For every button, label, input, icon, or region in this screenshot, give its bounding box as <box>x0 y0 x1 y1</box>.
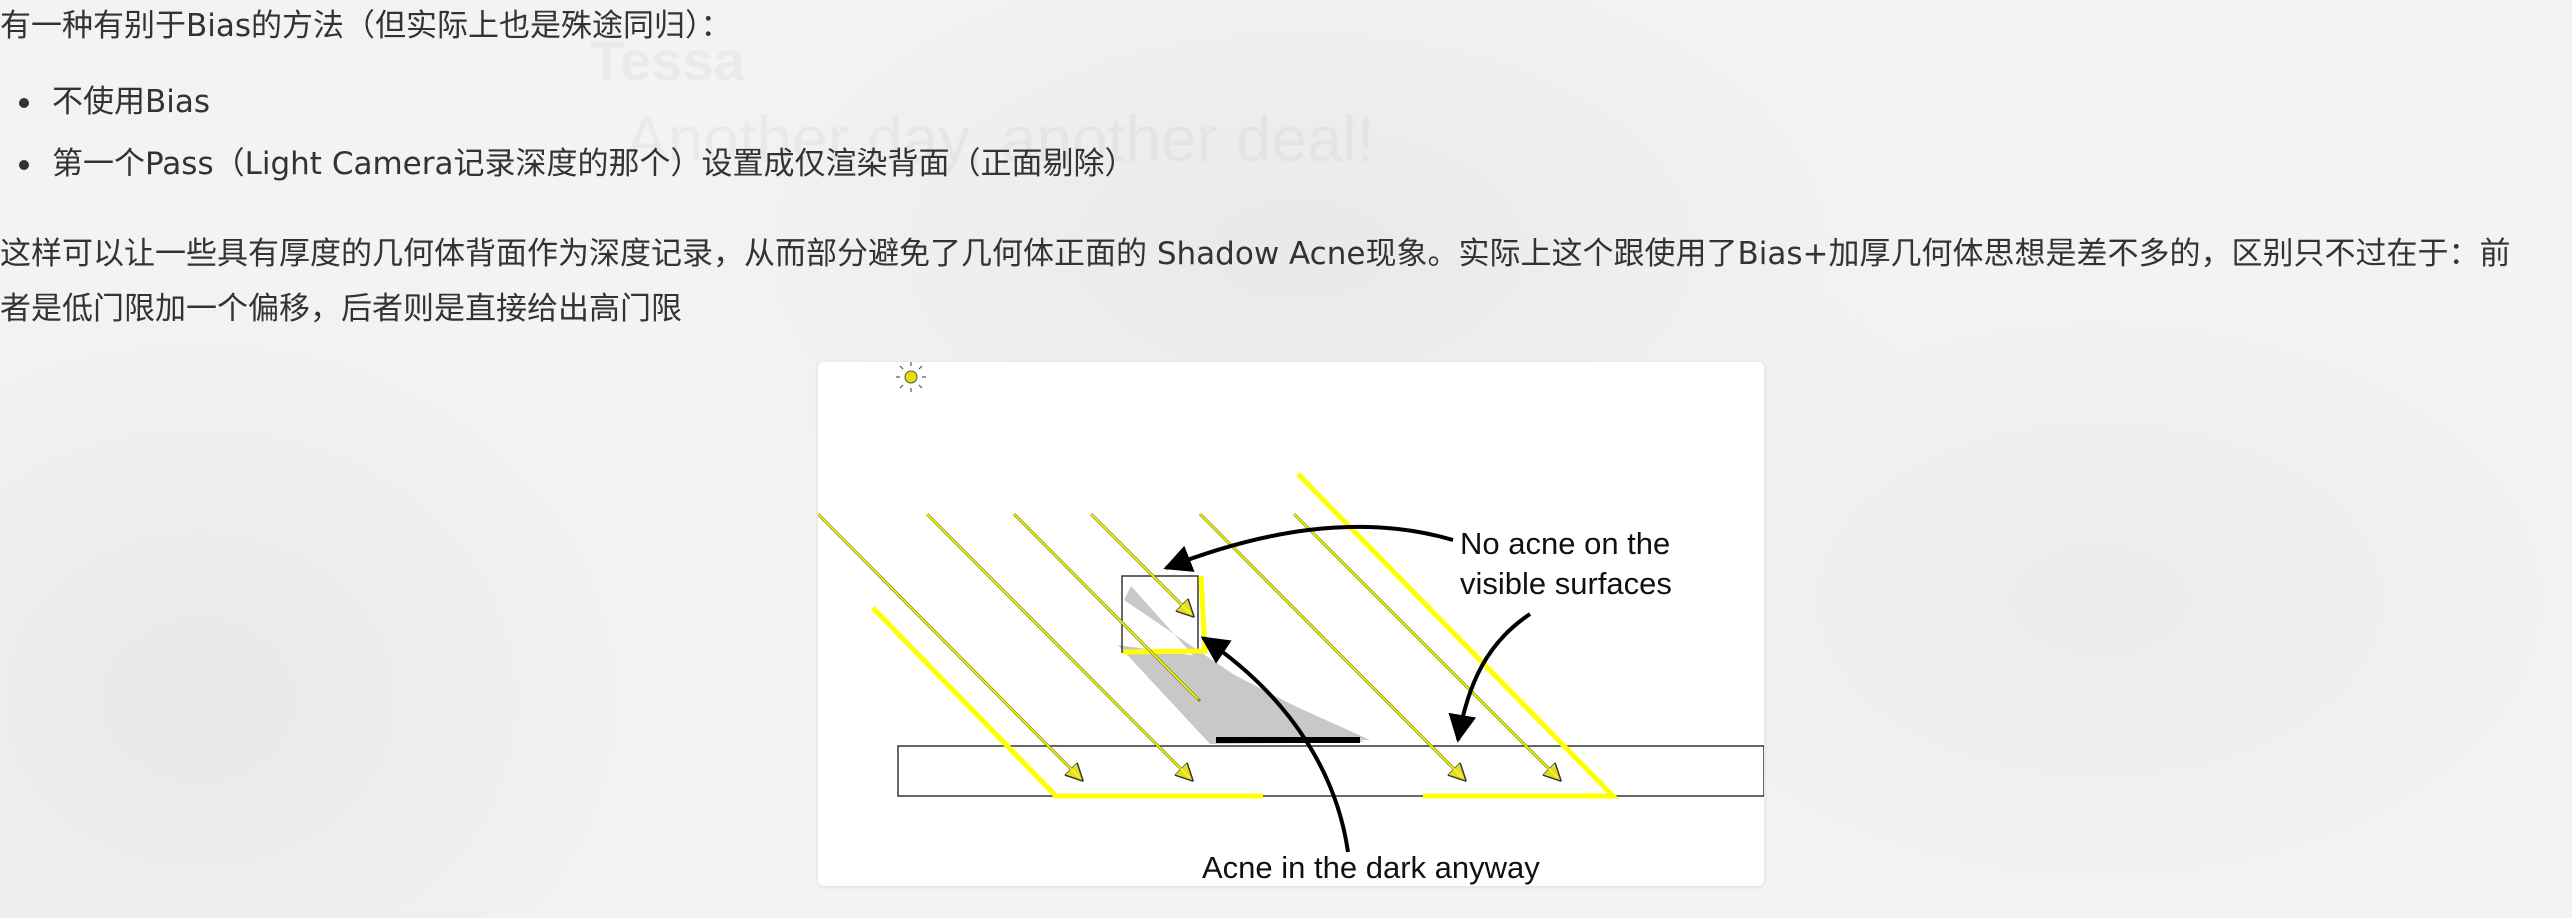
occluder-box <box>1121 575 1199 653</box>
sun-icon <box>896 362 926 392</box>
paragraph-line-2: 者是低门限加一个偏移，后者则是直接给出高门限 <box>0 291 682 327</box>
diagram-svg: No acne on the visible surfaces Acne in … <box>818 362 1764 885</box>
shadow-acne-diagram: No acne on the visible surfaces Acne in … <box>818 362 1764 886</box>
shadow-region-lower <box>1118 645 1364 744</box>
bullet-item: 第一个Pass（Light Camera记录深度的那个）设置成仅渲染背面（正面剔… <box>0 144 1135 206</box>
paragraph-line-1: 这样可以让一些具有厚度的几何体背面作为深度记录，从而部分避免了几何体正面的 Sh… <box>0 236 2511 272</box>
bullet-item: 不使用Bias <box>0 82 1135 144</box>
bullet-list: 不使用Bias 第一个Pass（Light Camera记录深度的那个）设置成仅… <box>0 82 1135 206</box>
intro-text: 有一种有别于Bias的方法（但实际上也是殊途同归）： <box>0 8 732 44</box>
label-acne-dark: Acne in the dark anyway <box>1202 850 1540 885</box>
label-no-acne-line1: No acne on the <box>1460 526 1670 561</box>
label-no-acne-line2: visible surfaces <box>1460 566 1672 601</box>
